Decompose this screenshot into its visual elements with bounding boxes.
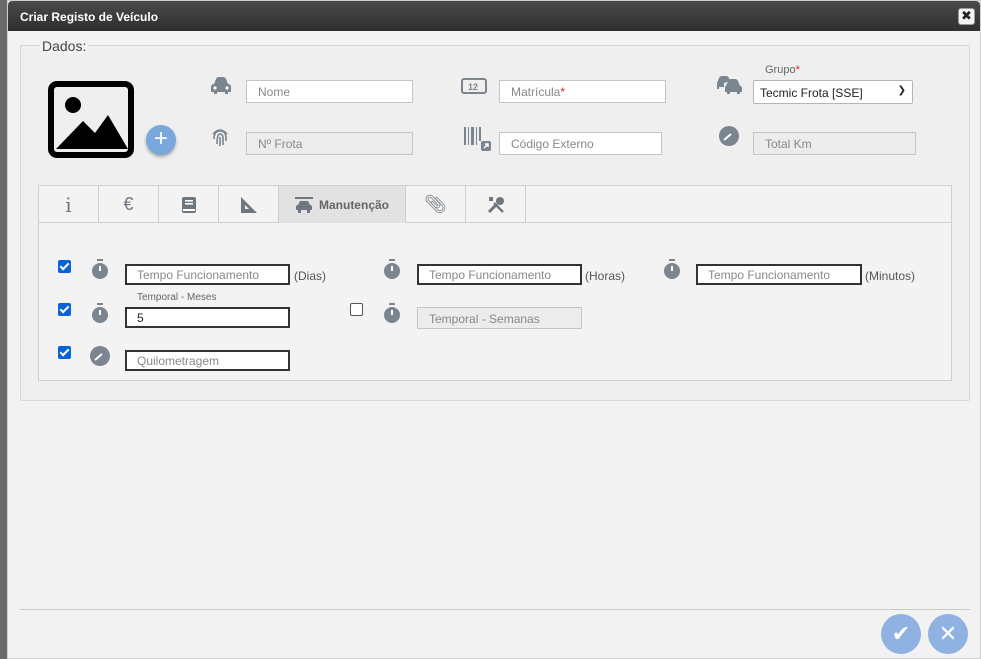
horas-unit: (Horas) — [585, 269, 626, 283]
tab-manutencao-label: Manutenção — [318, 197, 389, 212]
stopwatch-icon — [664, 259, 680, 279]
semanas-checkbox[interactable] — [350, 303, 363, 316]
dias-unit: (Dias) — [294, 269, 326, 283]
chevron-down-icon: ❯ — [897, 85, 906, 96]
license-plate-icon: 12 — [461, 78, 487, 94]
fingerprint-icon — [212, 129, 228, 146]
car-group-icon — [717, 76, 742, 94]
stopwatch-icon — [92, 303, 108, 323]
meses-checkbox[interactable] — [58, 303, 71, 316]
car-lift-icon — [294, 196, 313, 213]
stopwatch-icon — [384, 303, 400, 323]
confirm-button[interactable]: ✔ — [881, 614, 921, 654]
stopwatch-icon — [92, 259, 108, 279]
speedometer-icon — [719, 126, 739, 146]
minutos-unit: (Minutos) — [865, 269, 916, 283]
dados-legend: Dados: — [40, 38, 89, 54]
tab-book[interactable] — [159, 186, 219, 223]
tab-attachments[interactable]: 📎︎ — [406, 186, 466, 223]
tools-icon — [487, 196, 504, 213]
nfrota-input[interactable]: Nº Frota — [246, 132, 413, 155]
meses-label: Temporal - Meses — [137, 292, 217, 303]
grupo-label-text: Grupo — [765, 64, 796, 76]
footer-divider — [20, 609, 970, 610]
tab-manutencao[interactable]: Manutenção — [279, 186, 406, 223]
stopwatch-icon — [384, 259, 400, 279]
create-vehicle-dialog: Criar Registo de Veículo ✖ Dados: + Nome… — [7, 0, 981, 659]
barcode-icon — [464, 127, 491, 151]
tab-costs[interactable]: € — [99, 186, 159, 223]
speedometer-icon — [90, 346, 110, 366]
matricula-input[interactable]: Matrícula* — [499, 80, 666, 103]
tab-bar: i € Manutenção 📎︎ — [39, 186, 951, 223]
image-placeholder-icon[interactable] — [48, 81, 134, 158]
dialog-title: Criar Registo de Veículo — [20, 10, 159, 24]
dialog-titlebar: Criar Registo de Veículo ✖ — [8, 1, 980, 31]
minutos-input[interactable]: Tempo Funcionamento — [696, 264, 862, 285]
close-icon[interactable]: ✖ — [958, 8, 975, 25]
quilometragem-input[interactable]: Quilometragem — [125, 350, 290, 371]
tab-tools[interactable] — [466, 186, 526, 223]
book-icon — [181, 196, 196, 213]
paperclip-icon: 📎︎ — [424, 194, 447, 214]
ruler-icon — [240, 196, 257, 213]
tab-dimensions[interactable] — [219, 186, 279, 223]
grupo-select[interactable]: Tecmic Frota [SSE] ❯ — [753, 80, 913, 104]
required-mark: * — [560, 85, 566, 99]
car-icon — [211, 77, 231, 94]
codigo-externo-input[interactable]: Código Externo — [499, 132, 662, 155]
matricula-placeholder: Matrícula — [511, 85, 561, 99]
nome-input[interactable]: Nome — [246, 80, 413, 103]
meses-input[interactable]: 5 — [125, 307, 290, 328]
info-icon: i — [65, 192, 72, 217]
svg-text:12: 12 — [468, 82, 478, 92]
cancel-button[interactable]: ✕ — [928, 614, 968, 654]
tab-info[interactable]: i — [39, 186, 99, 223]
horas-input[interactable]: Tempo Funcionamento — [417, 264, 582, 285]
dias-checkbox[interactable] — [58, 260, 71, 273]
quilometragem-checkbox[interactable] — [58, 346, 71, 359]
required-mark: * — [795, 64, 800, 76]
grupo-select-value: Tecmic Frota [SSE] — [760, 86, 863, 100]
add-photo-button[interactable]: + — [146, 125, 176, 155]
grupo-label: Grupo* — [765, 64, 800, 76]
semanas-input[interactable]: Temporal - Semanas — [417, 307, 582, 329]
euro-icon: € — [123, 194, 134, 214]
dias-input[interactable]: Tempo Funcionamento — [125, 264, 290, 285]
total-km-input[interactable]: Total Km — [753, 132, 916, 155]
